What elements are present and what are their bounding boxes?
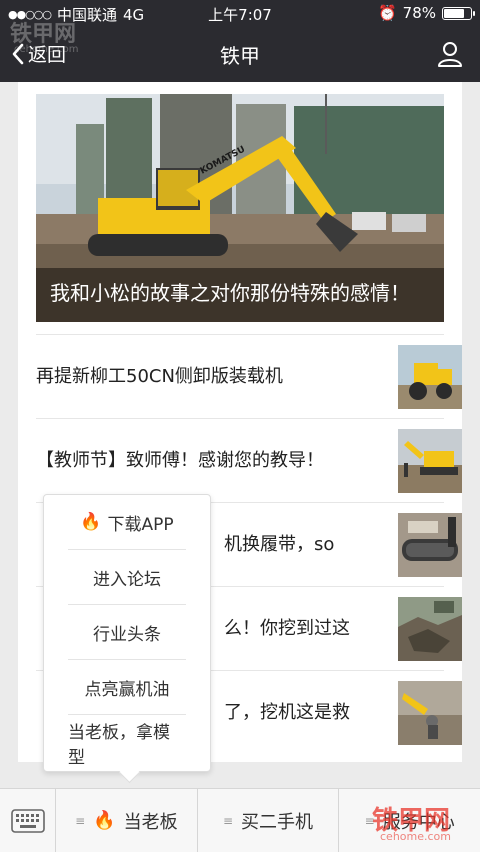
fire-icon: 🔥: [93, 810, 116, 831]
more-menu-popup: 🔥 下载APP 进入论坛 行业头条 点亮赢机油 当老板，拿模型: [43, 494, 211, 772]
user-icon[interactable]: [436, 40, 464, 68]
tab-label: 当老板: [123, 811, 178, 833]
page-title: 铁甲: [220, 44, 260, 68]
tab-boss[interactable]: ≡ 🔥 当老板: [56, 789, 198, 852]
menu-lines-icon: ≡: [222, 813, 234, 828]
battery-fill: [444, 8, 464, 18]
news-thumbnail-rescue: [398, 681, 462, 745]
tab-label: 买二手机: [241, 811, 314, 833]
news-thumbnail-dig-site: [398, 597, 462, 661]
menu-item-industry-news[interactable]: 行业头条: [68, 605, 186, 660]
nav-bar: 返回 铁甲: [0, 26, 480, 82]
menu-item-label: 当老板，拿模型: [68, 722, 170, 768]
chevron-left-icon: [12, 43, 24, 64]
menu-lines-icon: ≡: [75, 813, 86, 828]
menu-item-label: 进入论坛: [93, 569, 161, 590]
bottom-menu-bar: ≡ 🔥 当老板 ≡ 买二手机 ≡ 服务中心: [0, 788, 480, 852]
back-label: 返回: [28, 44, 67, 66]
back-button[interactable]: 返回: [10, 40, 66, 67]
status-bar: ●●○○○ 中国联通 4G 上午7:07 ⏰ 78%: [0, 0, 480, 26]
tab-service-center[interactable]: ≡ 服务中心: [339, 789, 480, 852]
news-thumbnail-excavator: [398, 429, 462, 493]
news-thumbnail-loader: [398, 345, 462, 409]
hero-article[interactable]: KOMATSU 我和小松的故事之对你那份特殊的感情！: [36, 94, 444, 322]
signal-strength-icon: ●●○○○: [8, 8, 52, 21]
menu-item-model-prize[interactable]: 当老板，拿模型: [68, 715, 186, 770]
tab-label: 服务中心: [382, 811, 455, 833]
status-right: ⏰ 78%: [377, 4, 475, 22]
carrier-name: 中国联通: [57, 6, 118, 24]
alarm-icon: ⏰: [377, 4, 397, 22]
fire-icon: 🔥: [80, 512, 102, 532]
news-title: 【教师节】致师傅！感谢您的教导！: [36, 449, 324, 471]
menu-item-label: 行业头条: [93, 624, 161, 645]
news-item[interactable]: 【教师节】致师傅！感谢您的教导！: [36, 418, 462, 502]
tab-used-machines[interactable]: ≡ 买二手机: [198, 789, 340, 852]
menu-lines-icon: ≡: [364, 813, 375, 828]
hero-caption: 我和小松的故事之对你那份特殊的感情！: [36, 268, 444, 322]
network-type: 4G: [123, 5, 145, 24]
status-left: ●●○○○ 中国联通 4G: [8, 4, 144, 25]
keyboard-icon: [10, 808, 45, 833]
news-title: 再提新柳工50CN侧卸版装载机: [36, 365, 283, 387]
menu-item-download-app[interactable]: 🔥 下载APP: [68, 495, 186, 550]
news-thumbnail-tracks: [398, 513, 462, 577]
menu-item-label: 点亮赢机油: [84, 679, 170, 700]
battery-percent: 78%: [402, 4, 436, 22]
menu-item-forum[interactable]: 进入论坛: [68, 550, 186, 605]
menu-item-label: 下载APP: [107, 514, 174, 535]
battery-icon: [442, 6, 475, 20]
keyboard-toggle-button[interactable]: [0, 789, 56, 852]
news-item[interactable]: 再提新柳工50CN侧卸版装载机: [36, 334, 462, 418]
menu-item-win-oil[interactable]: 点亮赢机油: [68, 660, 186, 715]
